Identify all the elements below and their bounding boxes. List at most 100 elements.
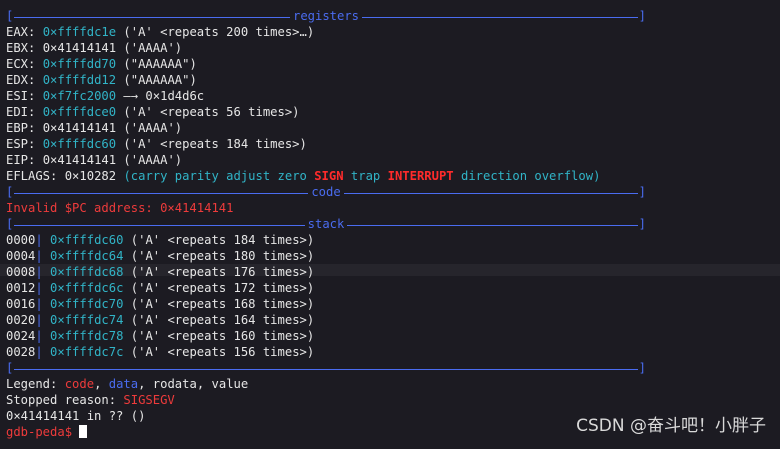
stack-address: 0×ffffdc7c — [50, 345, 124, 359]
legend-data: data — [108, 377, 139, 391]
stopped-reason: SIGSEGV — [123, 393, 175, 407]
stack-address: 0×ffffdc6c — [50, 281, 124, 295]
register-name: EDX: — [6, 73, 36, 87]
stack-address: 0×ffffdc74 — [50, 313, 124, 327]
flag-sign: SIGN — [314, 169, 344, 183]
stack-description: ('A' <repeats 184 times>) — [130, 233, 315, 247]
stack-divider: | — [35, 313, 43, 327]
register-row: ECX: 0×ffffdd70 ("AAAAAA") — [6, 56, 780, 72]
legend-value: value — [211, 377, 249, 391]
register-row: EDX: 0×ffffdd12 ("AAAAAA") — [6, 72, 780, 88]
stack-description: ('A' <repeats 172 times>) — [130, 281, 315, 295]
registers-list: EAX: 0×ffffdc1e ('A' <repeats 200 times>… — [6, 24, 780, 168]
register-description: ("AAAAAA") — [123, 73, 197, 87]
stack-address: 0×ffffdc70 — [50, 297, 124, 311]
stack-row: 0024| 0×ffffdc78 ('A' <repeats 160 times… — [6, 328, 780, 344]
stack-offset: 0000 — [6, 233, 36, 247]
stack-offset: 0008 — [6, 265, 36, 279]
stack-address: 0×ffffdc78 — [50, 329, 124, 343]
stack-divider: | — [35, 265, 43, 279]
register-name: EIP: — [6, 153, 36, 167]
stack-row: 0016| 0×ffffdc70 ('A' <repeats 168 times… — [6, 296, 780, 312]
stack-list: 0000| 0×ffffdc60 ('A' <repeats 184 times… — [6, 232, 780, 360]
eflags-label: EFLAGS: — [6, 169, 58, 183]
register-value: 0×41414141 — [42, 121, 117, 135]
invalid-pc-message: Invalid $PC address: 0×41414141 — [6, 201, 234, 215]
legend-label: Legend: — [6, 377, 65, 391]
stack-description: ('A' <repeats 164 times>) — [130, 313, 315, 327]
eflags-row: EFLAGS: 0×10282 (carry parity adjust zer… — [6, 168, 780, 184]
register-row: ESP: 0×ffffdc60 ('A' <repeats 184 times>… — [6, 136, 780, 152]
register-value: 0×ffffdc60 — [42, 137, 117, 151]
stack-row: 0004| 0×ffffdc64 ('A' <repeats 180 times… — [6, 248, 780, 264]
stack-title: stack — [307, 217, 345, 231]
stack-row: 0012| 0×ffffdc6c ('A' <repeats 172 times… — [6, 280, 780, 296]
stack-address: 0×ffffdc68 — [50, 265, 124, 279]
legend-row: Legend: code, data, rodata, value — [6, 377, 249, 391]
gdb-prompt: gdb-peda$ — [6, 425, 80, 439]
register-value: 0×41414141 — [42, 153, 117, 167]
stack-divider: | — [35, 233, 43, 247]
csdn-watermark: CSDN @奋斗吧！小胖子 — [576, 416, 766, 436]
eflags-flags: (carry parity adjust zero SIGN trap INTE… — [123, 169, 601, 183]
stack-description: ('A' <repeats 168 times>) — [130, 297, 315, 311]
register-description: ('A' <repeats 200 times>…) — [123, 25, 315, 39]
register-description: ('AAAA') — [123, 41, 183, 55]
stack-description: ('A' <repeats 176 times>) — [130, 265, 315, 279]
register-name: EAX: — [6, 25, 36, 39]
legend-code: code — [64, 377, 95, 391]
stack-divider: | — [35, 329, 43, 343]
stack-divider: | — [35, 297, 43, 311]
register-name: ECX: — [6, 57, 36, 71]
stack-row: 0008| 0×ffffdc68 ('A' <repeats 176 times… — [6, 264, 780, 280]
stack-offset: 0016 — [6, 297, 36, 311]
stack-divider: | — [35, 281, 43, 295]
register-name: ESP: — [6, 137, 36, 151]
stack-description: ('A' <repeats 160 times>) — [130, 329, 315, 343]
bottom-separator: [] — [6, 361, 646, 375]
stack-address: 0×ffffdc60 — [50, 233, 124, 247]
text-cursor — [79, 425, 88, 438]
register-name: ESI: — [6, 89, 36, 103]
register-row: EIP: 0×41414141 ('AAAA') — [6, 152, 780, 168]
code-separator: [code] — [6, 185, 647, 199]
register-value: 0×f7fc2000 — [42, 89, 117, 103]
register-row: EDI: 0×ffffdce0 ('A' <repeats 56 times>) — [6, 104, 780, 120]
register-row: EBP: 0×41414141 ('AAAA') — [6, 120, 780, 136]
stack-row: 0020| 0×ffffdc74 ('A' <repeats 164 times… — [6, 312, 780, 328]
register-description: ("AAAAAA") — [123, 57, 197, 71]
stopped-reason-row: Stopped reason: SIGSEGV — [6, 392, 780, 408]
stack-row: 0000| 0×ffffdc60 ('A' <repeats 184 times… — [6, 232, 780, 248]
stack-offset: 0024 — [6, 329, 36, 343]
register-description: ('AAAA') — [123, 153, 183, 167]
stack-divider: | — [35, 345, 43, 359]
register-value: 0×ffffdd70 — [42, 57, 117, 71]
register-value: 0×ffffdc1e — [42, 25, 117, 39]
stack-divider: | — [35, 249, 43, 263]
stack-row: 0028| 0×ffffdc7c ('A' <repeats 156 times… — [6, 344, 780, 360]
flag-interrupt: INTERRUPT — [387, 169, 454, 183]
stack-separator: [stack] — [6, 217, 646, 231]
register-row: ESI: 0×f7fc2000 —→ 0×1d4d6c — [6, 88, 780, 104]
register-row: EBX: 0×41414141 ('AAAA') — [6, 40, 780, 56]
eflags-value: 0×10282 — [64, 169, 117, 183]
stack-description: ('A' <repeats 180 times>) — [130, 249, 315, 263]
register-description: ('A' <repeats 56 times>) — [123, 105, 300, 119]
register-value: 0×ffffdd12 — [42, 73, 117, 87]
register-value: 0×41414141 — [42, 41, 117, 55]
stack-offset: 0020 — [6, 313, 36, 327]
register-name: EDI: — [6, 105, 36, 119]
register-description: —→ 0×1d4d6c — [123, 89, 205, 103]
stack-offset: 0012 — [6, 281, 36, 295]
gdb-terminal[interactable]: [registers] EAX: 0×ffffdc1e ('A' <repeat… — [6, 8, 780, 440]
registers-title: registers — [292, 9, 360, 23]
register-name: EBX: — [6, 41, 36, 55]
register-row: EAX: 0×ffffdc1e ('A' <repeats 200 times>… — [6, 24, 780, 40]
register-description: ('A' <repeats 184 times>) — [123, 137, 307, 151]
register-description: ('AAAA') — [123, 121, 183, 135]
legend-rodata: rodata — [152, 377, 197, 391]
register-value: 0×ffffdce0 — [42, 105, 117, 119]
registers-separator: [registers] — [6, 9, 647, 23]
stack-address: 0×ffffdc64 — [50, 249, 124, 263]
stopped-label: Stopped reason: — [6, 393, 124, 407]
